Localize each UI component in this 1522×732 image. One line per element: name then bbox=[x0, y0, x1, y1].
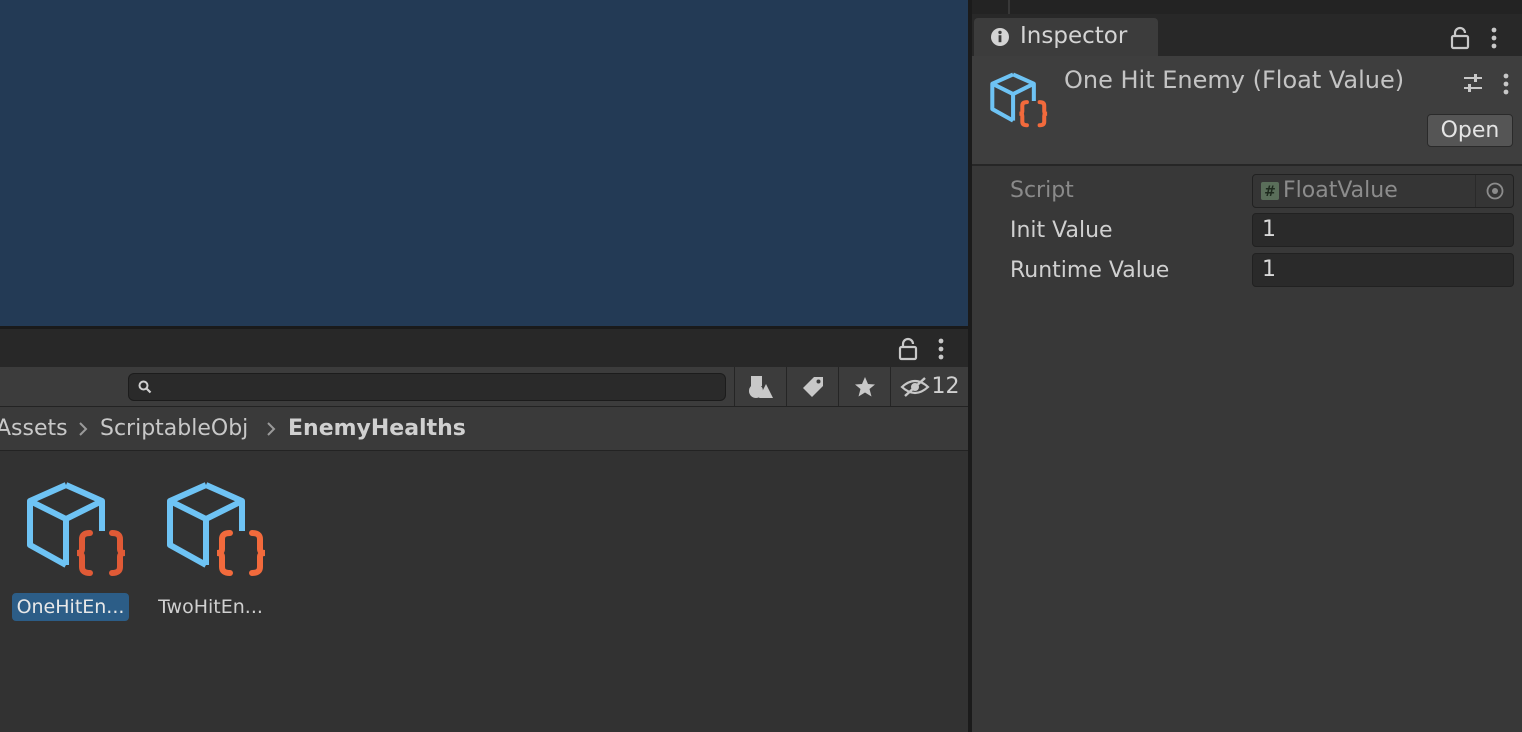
hidden-packages-button[interactable]: 12 bbox=[890, 367, 968, 406]
asset-item-twohitenemy[interactable]: TwoHitEn... bbox=[152, 481, 270, 621]
breadcrumb: Assets ScriptableObj EnemyHealths bbox=[0, 407, 968, 451]
inspector-window: Inspector One Hit Enemy (Float Value) Op… bbox=[972, 0, 1522, 732]
search-by-label-button[interactable] bbox=[786, 367, 838, 406]
scriptable-object-icon bbox=[990, 72, 1050, 130]
hidden-count: 12 bbox=[931, 374, 960, 399]
tag-icon bbox=[801, 375, 825, 399]
property-label-init-value: Init Value bbox=[1010, 218, 1113, 243]
object-title: One Hit Enemy (Float Value) bbox=[1064, 66, 1405, 94]
chevron-right-icon bbox=[78, 421, 88, 437]
search-input[interactable] bbox=[128, 373, 726, 401]
breadcrumb-scriptableobj[interactable]: ScriptableObj bbox=[100, 407, 248, 451]
runtime-value-field[interactable]: 1 bbox=[1252, 253, 1514, 287]
scene-view[interactable] bbox=[0, 0, 968, 326]
object-picker-button[interactable] bbox=[1475, 175, 1514, 207]
top-strip bbox=[972, 0, 1522, 14]
project-window: 12 Assets ScriptableObj EnemyHealths One… bbox=[0, 329, 968, 732]
asset-label: TwoHitEn... bbox=[158, 596, 263, 618]
asset-grid: OneHitEn... TwoHitEn... bbox=[0, 451, 968, 732]
breadcrumb-assets[interactable]: Assets bbox=[0, 407, 68, 451]
favorites-button[interactable] bbox=[838, 367, 890, 406]
script-hash-icon: # bbox=[1261, 182, 1279, 200]
preset-sliders-icon[interactable] bbox=[1462, 72, 1484, 94]
target-icon bbox=[1486, 182, 1504, 200]
lock-icon[interactable] bbox=[897, 337, 919, 361]
svg-text:#: # bbox=[1264, 184, 1276, 200]
top-strip-divider bbox=[1008, 0, 1010, 14]
more-options-icon[interactable] bbox=[936, 337, 946, 361]
star-icon bbox=[853, 375, 877, 399]
scriptable-object-icon bbox=[166, 481, 270, 581]
asset-label: OneHitEn... bbox=[12, 593, 129, 621]
tab-inspector[interactable]: Inspector bbox=[974, 18, 1158, 56]
property-label-runtime-value: Runtime Value bbox=[1010, 258, 1170, 283]
shapes-icon bbox=[748, 374, 774, 400]
chevron-right-icon bbox=[266, 421, 276, 437]
open-button[interactable]: Open bbox=[1427, 114, 1513, 147]
script-field-value: FloatValue bbox=[1283, 178, 1398, 203]
lock-icon[interactable] bbox=[1449, 26, 1471, 50]
asset-item-onehitenemy[interactable]: OneHitEn... bbox=[12, 481, 130, 621]
search-icon bbox=[138, 380, 152, 394]
search-by-type-button[interactable] bbox=[734, 367, 786, 406]
inspector-header: One Hit Enemy (Float Value) Open bbox=[972, 56, 1522, 166]
project-header bbox=[0, 329, 968, 367]
property-label-script: Script bbox=[1010, 178, 1074, 203]
scriptable-object-icon bbox=[26, 481, 130, 581]
project-toolbar: 12 bbox=[0, 367, 968, 407]
more-options-icon[interactable] bbox=[1489, 26, 1499, 50]
tab-label: Inspector bbox=[1020, 23, 1128, 49]
more-options-icon[interactable] bbox=[1501, 72, 1511, 96]
script-field: # FloatValue bbox=[1252, 174, 1514, 208]
eye-slash-icon bbox=[899, 375, 930, 399]
info-icon bbox=[990, 27, 1010, 47]
breadcrumb-enemyhealths[interactable]: EnemyHealths bbox=[288, 407, 466, 451]
init-value-field[interactable]: 1 bbox=[1252, 213, 1514, 247]
